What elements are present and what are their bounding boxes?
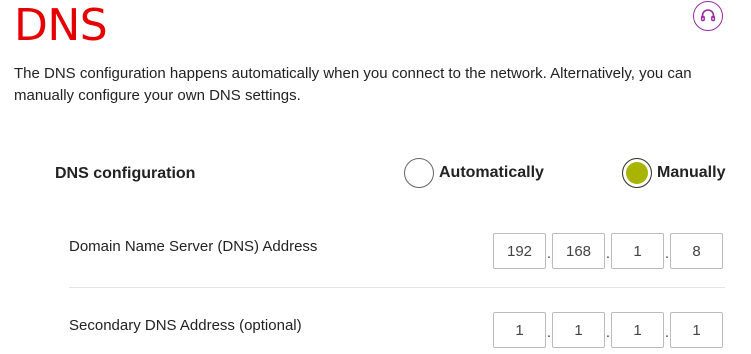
radio-circle-automatically[interactable] [404,158,434,188]
primary-dns-label: Domain Name Server (DNS) Address [69,238,318,255]
secondary-dns-octet-1[interactable]: 1 [493,312,546,348]
primary-dns-octet-2[interactable]: 168 [552,233,605,269]
secondary-dns-octet-3[interactable]: 1 [611,312,664,348]
support-button[interactable] [693,1,723,31]
row-divider [69,287,725,288]
primary-dns-input-group: 192 . 168 . 1 . 8 [493,230,723,272]
primary-dns-octet-3[interactable]: 1 [611,233,664,269]
radio-label-manually: Manually [657,164,726,181]
radio-label-automatically: Automatically [439,164,544,181]
headset-icon [699,7,717,25]
page-title: DNS [14,0,108,51]
page-description: The DNS configuration happens automatica… [14,65,692,104]
secondary-dns-input-group: 1 . 1 . 1 . 1 [493,309,723,351]
primary-dns-octet-4[interactable]: 8 [670,233,723,269]
radio-manually[interactable]: Manually [622,158,725,188]
secondary-dns-octet-4[interactable]: 1 [670,312,723,348]
radio-automatically[interactable]: Automatically [404,158,544,188]
primary-dns-octet-1[interactable]: 192 [493,233,546,269]
secondary-dns-octet-2[interactable]: 1 [552,312,605,348]
secondary-dns-label: Secondary DNS Address (optional) [69,317,302,334]
radio-circle-manually[interactable] [622,158,652,188]
dns-configuration-label: DNS configuration [55,165,196,182]
